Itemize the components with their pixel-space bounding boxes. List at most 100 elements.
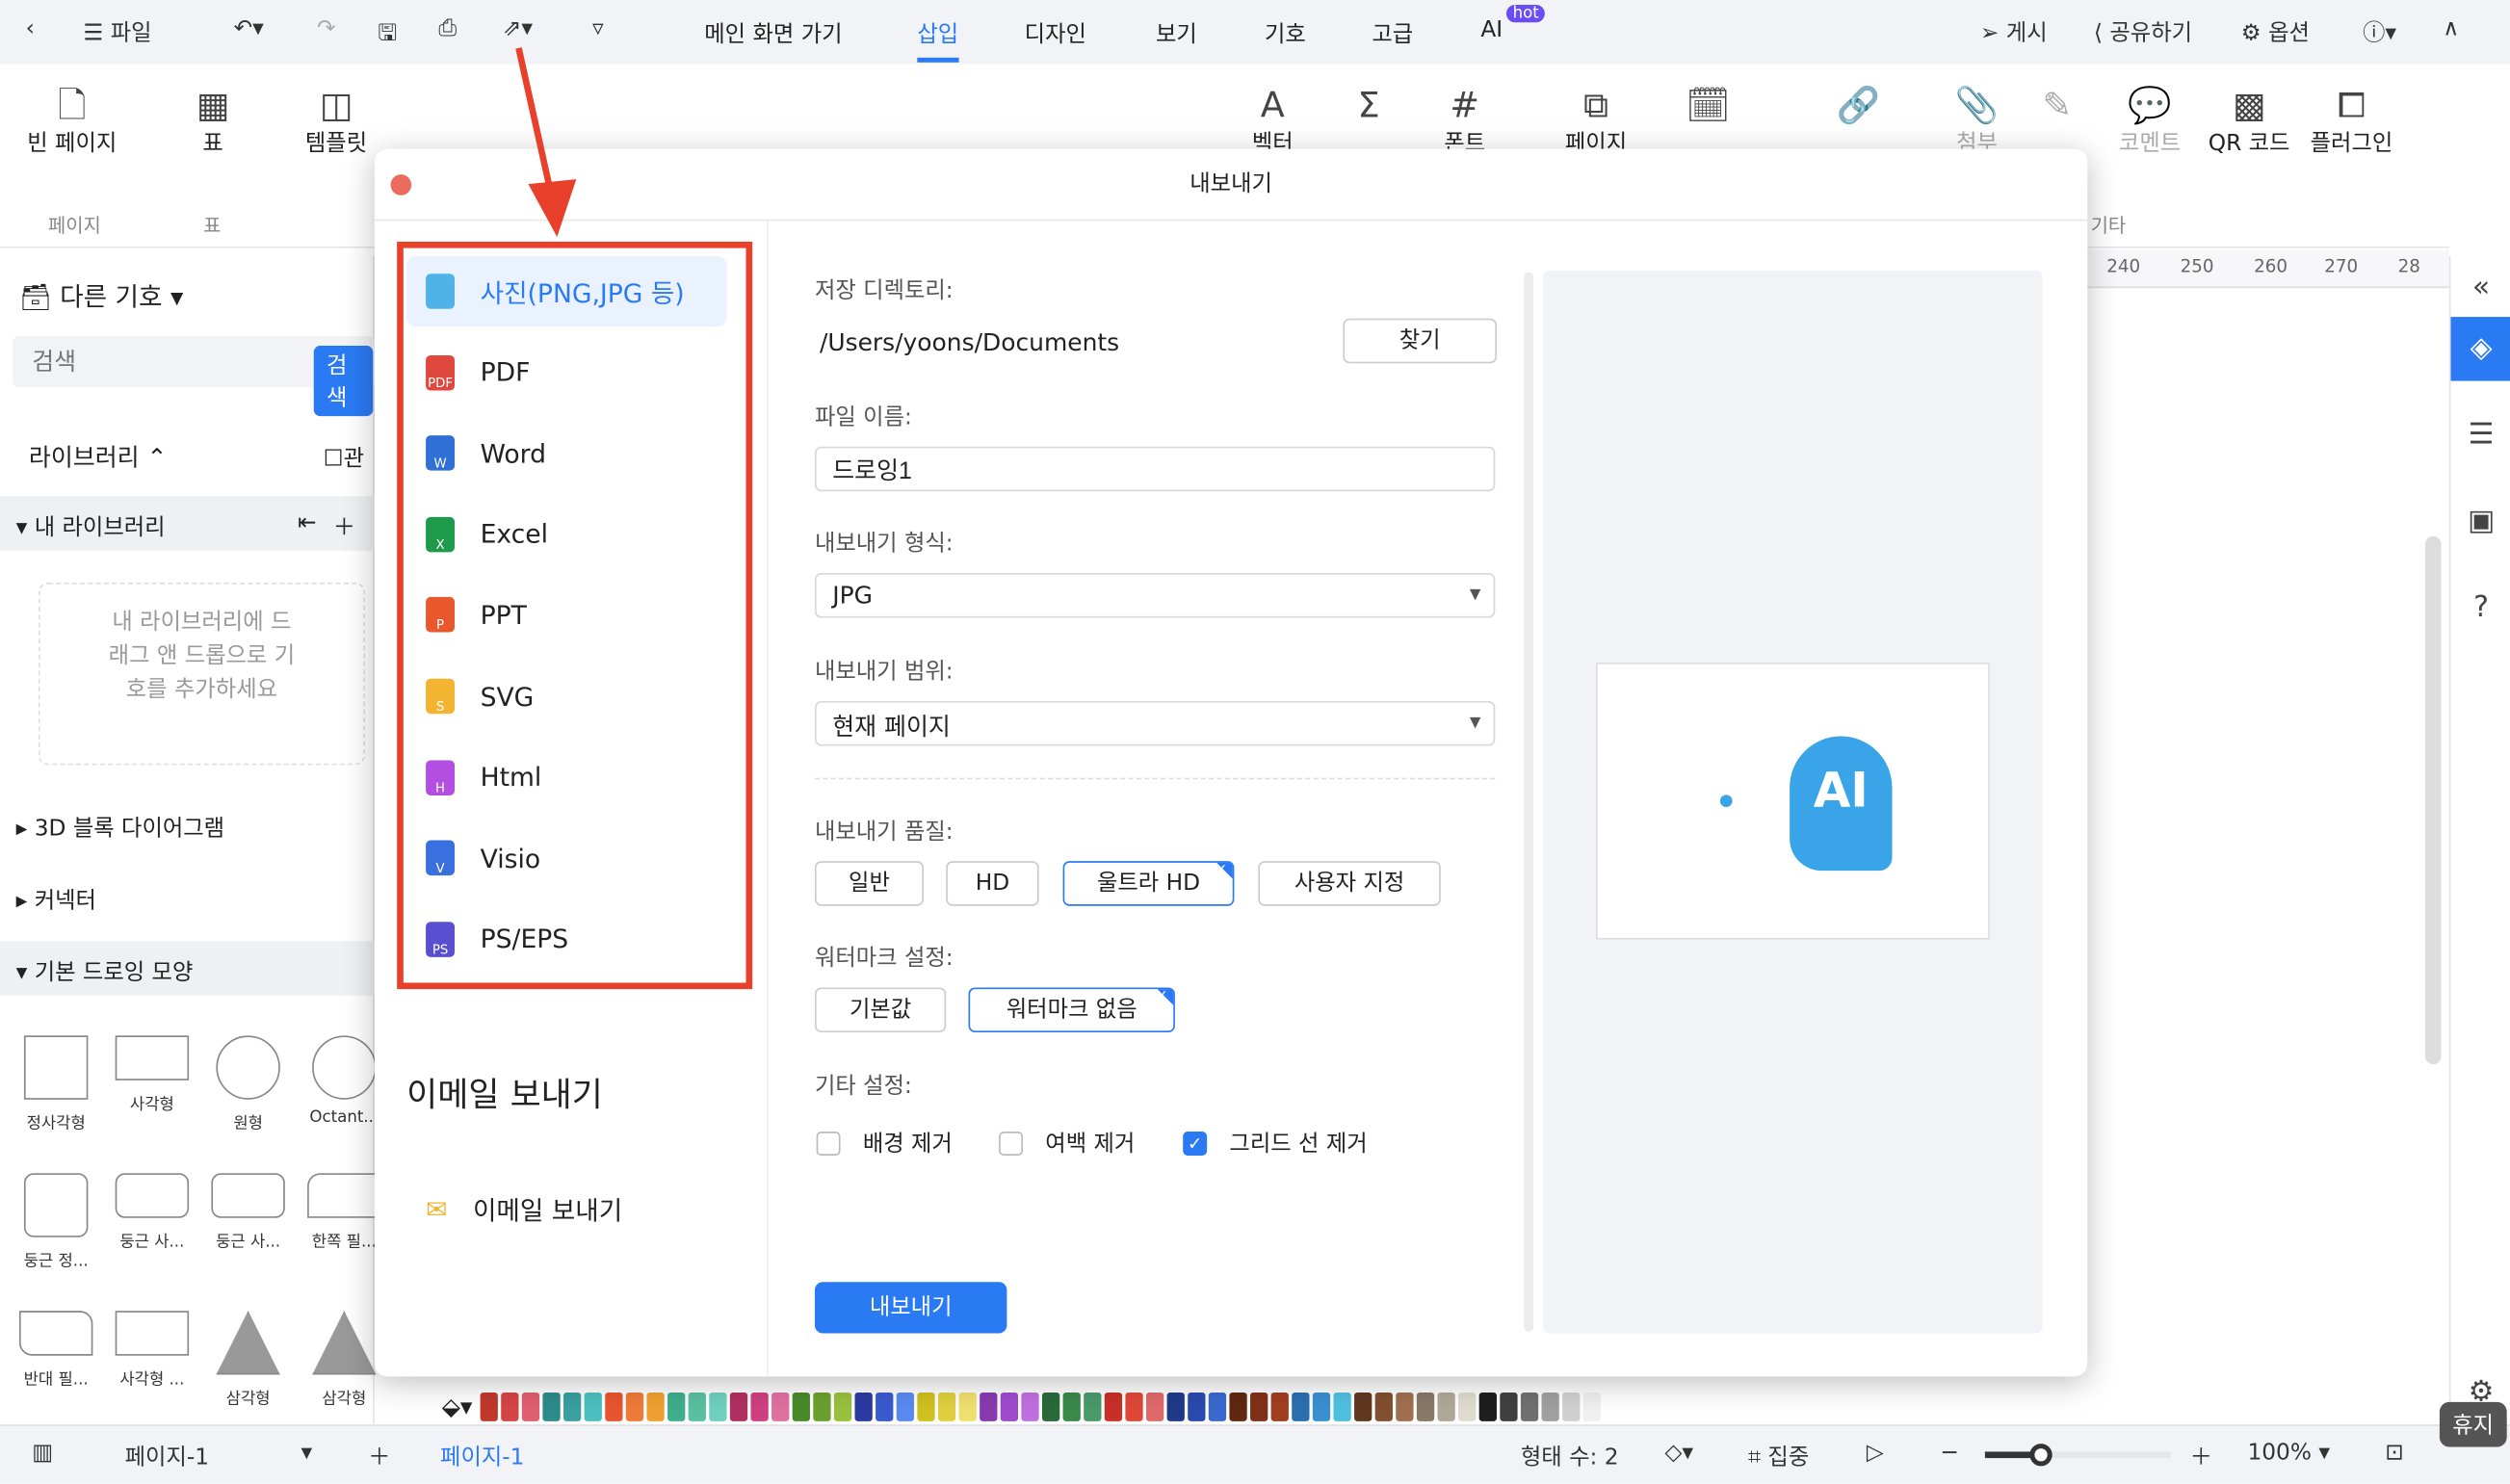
quality-ultra-hd[interactable]: 울트라 HD [1062, 861, 1235, 906]
print-icon[interactable]: ⎙ [438, 16, 457, 42]
color-swatch[interactable] [958, 1392, 977, 1421]
page-number-button[interactable]: ⧉ 페이지 [1540, 83, 1652, 157]
shape-item[interactable]: 삼각형 [203, 1311, 293, 1409]
share-button[interactable]: ⟨ 공유하기 [2094, 16, 2192, 48]
color-swatch[interactable] [667, 1392, 686, 1421]
fill-style-icon[interactable]: ◈ [2450, 317, 2510, 381]
remove-background-checkbox[interactable]: 배경 제거 [816, 1127, 953, 1159]
color-swatch[interactable] [729, 1392, 748, 1421]
color-swatch[interactable] [1229, 1392, 1247, 1421]
color-swatch[interactable] [1396, 1392, 1414, 1421]
redo-icon[interactable]: ↷ [317, 16, 336, 42]
color-swatch[interactable] [1374, 1392, 1393, 1421]
zoom-out-button[interactable]: − [1940, 1441, 1959, 1467]
checkbox-checked[interactable]: ✓ [1183, 1131, 1208, 1156]
format-item[interactable]: PS PS/EPS [406, 904, 726, 975]
color-swatch[interactable] [854, 1392, 873, 1421]
tab-view[interactable]: 보기 [1156, 17, 1197, 49]
color-swatch[interactable] [1125, 1392, 1143, 1421]
color-swatch[interactable] [1166, 1392, 1185, 1421]
undo-icon[interactable]: ↶▾ [234, 16, 264, 42]
export-button[interactable]: 내보내기 [814, 1282, 1007, 1334]
remove-margin-checkbox[interactable]: 여백 제거 [999, 1127, 1135, 1159]
qr-code-button[interactable]: ▩ QR 코드 [2193, 83, 2305, 157]
color-swatch[interactable] [688, 1392, 706, 1421]
zoom-slider-handle[interactable] [2029, 1444, 2052, 1467]
color-swatch[interactable] [521, 1392, 540, 1421]
watermark-none[interactable]: 워터마크 없음 [968, 987, 1175, 1032]
save-icon[interactable]: 🖫 [378, 16, 397, 55]
add-icon[interactable]: ＋ [333, 510, 355, 542]
format-select[interactable]: JPG ▼ [814, 572, 1496, 618]
color-swatch[interactable] [1478, 1392, 1497, 1421]
layers-icon[interactable]: ◇▾ [1664, 1441, 1693, 1467]
library-heading[interactable]: 라이브러리 ⌃ [29, 440, 168, 474]
format-item[interactable]: P PPT [406, 580, 726, 650]
collapse-ribbon-icon[interactable]: ∧ [2443, 16, 2459, 42]
color-swatch[interactable] [1437, 1392, 1455, 1421]
tab-ai[interactable]: AI [1480, 17, 1503, 43]
section-connectors[interactable]: ▸ 커넥터 [0, 869, 375, 924]
plugin-button[interactable]: ⧠ 플러그인 [2295, 83, 2407, 157]
color-swatch[interactable] [1062, 1392, 1081, 1421]
color-swatch[interactable] [917, 1392, 935, 1421]
tab-symbols[interactable]: 기호 [1265, 17, 1306, 49]
color-swatch[interactable] [563, 1392, 582, 1421]
browse-button[interactable]: 찾기 [1343, 318, 1497, 364]
format-item[interactable]: V Visio [406, 823, 726, 894]
filename-input[interactable] [814, 446, 1496, 492]
shape-item[interactable]: 둥근 사... [107, 1173, 196, 1252]
hash-button[interactable]: # 폰트 [1409, 83, 1521, 157]
color-swatch[interactable] [1292, 1392, 1310, 1421]
color-swatch[interactable] [792, 1392, 810, 1421]
vertical-scrollbar[interactable] [2424, 535, 2442, 1065]
color-swatch[interactable] [896, 1392, 915, 1421]
file-menu[interactable]: ☰ 파일 [83, 16, 151, 48]
shape-item[interactable]: 둥근 사... [203, 1173, 293, 1252]
format-item[interactable]: 사진(PNG,JPG 등) [406, 255, 727, 327]
collapse-panel-icon[interactable]: « [2451, 256, 2510, 320]
color-swatch[interactable] [1500, 1392, 1518, 1421]
color-swatch[interactable] [1541, 1392, 1559, 1421]
color-swatch[interactable] [1021, 1392, 1039, 1421]
color-swatch[interactable] [625, 1392, 644, 1421]
page-panel-icon[interactable]: ▥ [32, 1441, 53, 1467]
color-swatch[interactable] [1270, 1392, 1289, 1421]
color-swatch[interactable] [1104, 1392, 1123, 1421]
my-library-section[interactable]: ▾ 내 라이브러리 ⇤ ＋ [0, 496, 375, 551]
close-button[interactable] [390, 174, 412, 195]
remove-grid-checkbox[interactable]: ✓ 그리드 선 제거 [1183, 1127, 1368, 1159]
fill-bucket-icon[interactable]: ⬙▾ [442, 1393, 473, 1421]
quality-custom[interactable]: 사용자 지정 [1258, 861, 1441, 906]
color-swatch[interactable] [1188, 1392, 1206, 1421]
color-swatch[interactable] [1000, 1392, 1019, 1421]
blank-page-button[interactable]: 🗋 빈 페이지 [16, 83, 128, 157]
color-swatch[interactable] [1208, 1392, 1227, 1421]
play-icon[interactable]: ▷ [1867, 1441, 1884, 1467]
page-select[interactable]: 페이지-1 ▾ [125, 1441, 313, 1472]
back-icon[interactable]: ‹ [26, 16, 35, 42]
tab-advanced[interactable]: 고급 [1372, 17, 1413, 49]
color-swatch[interactable] [750, 1392, 769, 1421]
checkbox[interactable] [816, 1131, 841, 1156]
shape-item[interactable]: 반대 필... [12, 1311, 101, 1390]
color-swatch[interactable] [1145, 1392, 1164, 1421]
help-icon[interactable]: ⓘ▾ [2363, 16, 2396, 48]
quality-hd[interactable]: HD [946, 861, 1039, 906]
color-swatch[interactable] [542, 1392, 561, 1421]
range-select[interactable]: 현재 페이지 ▼ [814, 700, 1496, 746]
color-swatch[interactable] [1084, 1392, 1102, 1421]
format-item[interactable]: W Word [406, 418, 726, 488]
email-send-item[interactable]: ✉ 이메일 보내기 [406, 1173, 726, 1243]
color-swatch[interactable] [876, 1392, 894, 1421]
add-page-button[interactable]: ＋ [368, 1441, 390, 1472]
shape-item[interactable]: 사각형 [107, 1035, 196, 1114]
format-item[interactable]: S SVG [406, 661, 726, 731]
manage-button[interactable]: ☐관 [324, 442, 364, 474]
color-swatch[interactable] [646, 1392, 665, 1421]
search-button[interactable]: 검색 [313, 345, 374, 417]
scrollbar[interactable] [1524, 272, 1534, 1332]
color-swatch[interactable] [1416, 1392, 1435, 1421]
format-item[interactable]: H Html [406, 742, 726, 812]
tab-design[interactable]: 디자인 [1025, 17, 1086, 49]
